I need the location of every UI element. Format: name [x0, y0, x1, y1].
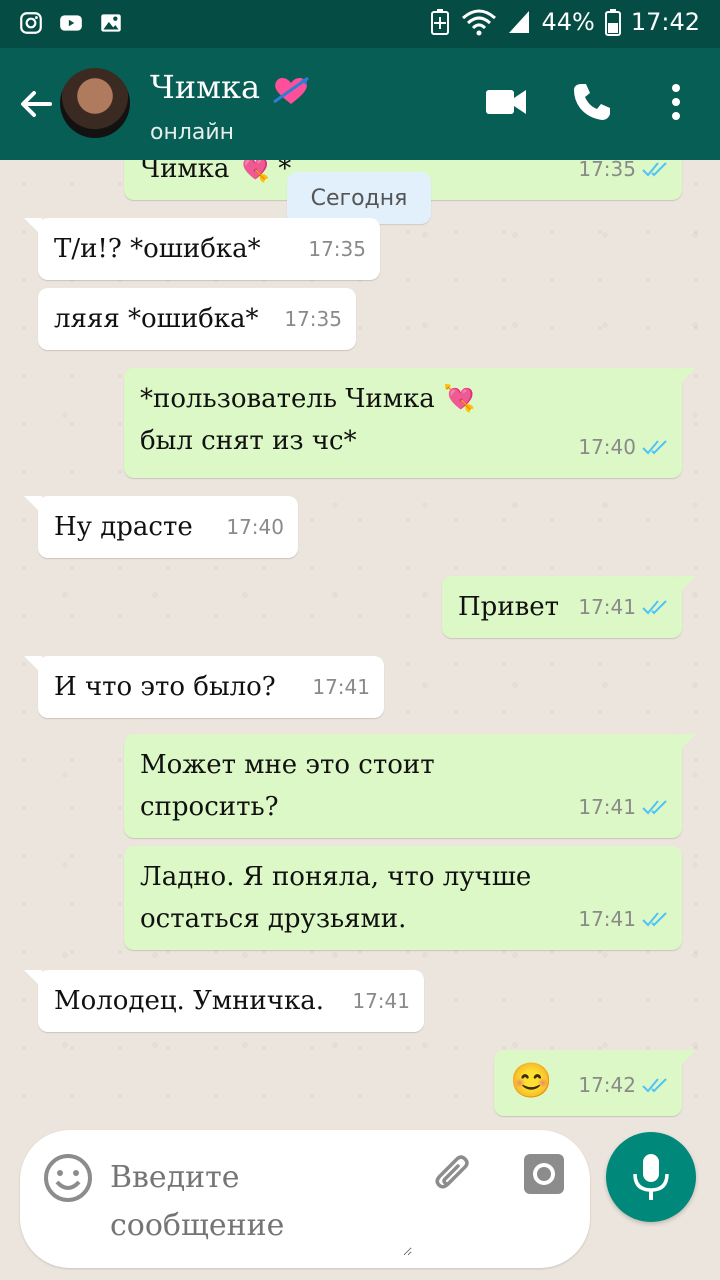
contact-name[interactable]: Чимка [150, 68, 312, 106]
read-ticks-icon [642, 162, 667, 177]
message-incoming[interactable]: Ну драсте 17:40 [24, 496, 298, 558]
more-options-icon[interactable] [652, 78, 700, 126]
video-call-icon[interactable] [482, 78, 530, 126]
message-text: Может мне это стоит спросить? [140, 750, 435, 822]
avatar[interactable] [60, 68, 130, 138]
battery-percent: 44% [541, 8, 595, 36]
message-time: 17:41 [578, 795, 636, 819]
message-time: 17:41 [578, 907, 636, 931]
status-bar: 44% 17:42 [0, 0, 720, 48]
voice-record-button[interactable] [606, 1132, 696, 1222]
message-outgoing[interactable]: Ладно. Я поняла, что лучше остаться друз… [124, 846, 682, 950]
battery-icon [604, 9, 621, 36]
chat-header: Чимка онлайн [0, 48, 720, 160]
message-time: 17:42 [578, 1073, 636, 1097]
signal-icon [509, 11, 530, 33]
clock: 17:42 [630, 8, 700, 36]
read-ticks-icon [642, 912, 667, 927]
message-time: 17:41 [312, 675, 370, 699]
message-time: 17:40 [578, 435, 636, 459]
message-time: 17:40 [226, 515, 284, 539]
message-time: 17:35 [308, 237, 366, 261]
message-outgoing[interactable]: 😊 17:42 [494, 1050, 696, 1116]
heart-arrow-icon [273, 76, 310, 104]
message-incoming[interactable]: Молодец. Умничка. 17:41 [24, 970, 424, 1032]
read-ticks-icon [642, 600, 667, 615]
read-ticks-icon [642, 800, 667, 815]
status-notifications [18, 10, 124, 36]
message-time: 17:35 [578, 160, 636, 181]
message-composer [20, 1130, 590, 1268]
message-text: Ладно. Я поняла, что лучше остаться друз… [140, 862, 532, 934]
message-time: 17:35 [284, 307, 342, 331]
emoji-picker-icon[interactable] [42, 1152, 94, 1204]
message-outgoing[interactable]: *пользователь Чимка 💘 был снят из чс* 17… [124, 368, 696, 478]
message-outgoing[interactable]: Привет 17:41 [442, 576, 696, 638]
read-ticks-icon [642, 1078, 667, 1093]
message-text: *пользователь Чимка 💘 был снят из чс* [140, 384, 476, 456]
back-arrow-icon[interactable] [14, 82, 58, 126]
date-divider: Сегодня [287, 172, 431, 224]
phone-call-icon[interactable] [568, 78, 616, 126]
instagram-icon [20, 12, 42, 34]
read-ticks-icon [642, 440, 667, 455]
status-indicators: 44% 17:42 [429, 8, 700, 36]
message-time: 17:41 [352, 989, 410, 1013]
youtube-icon [60, 15, 82, 31]
message-input[interactable] [108, 1152, 412, 1256]
message-incoming[interactable]: Т/и!? *ошибка* 17:35 [24, 218, 380, 280]
microphone-icon [633, 1154, 669, 1200]
battery-saver-icon [431, 9, 450, 35]
attachment-icon[interactable] [430, 1152, 478, 1200]
message-incoming[interactable]: ляяя *ошибка* 17:35 [38, 288, 356, 350]
contact-status: онлайн [150, 120, 235, 145]
message-incoming[interactable]: И что это было? 17:41 [24, 656, 384, 718]
message-outgoing[interactable]: Может мне это стоит спросить? 17:41 [124, 734, 696, 838]
gallery-icon [101, 14, 121, 32]
chat-area[interactable]: Чимка 💘 * 17:35 Сегодня Т/и!? *ошибка* 1… [0, 160, 720, 1120]
wifi-icon [462, 9, 497, 36]
camera-icon[interactable] [520, 1150, 568, 1198]
message-time: 17:41 [578, 595, 636, 619]
